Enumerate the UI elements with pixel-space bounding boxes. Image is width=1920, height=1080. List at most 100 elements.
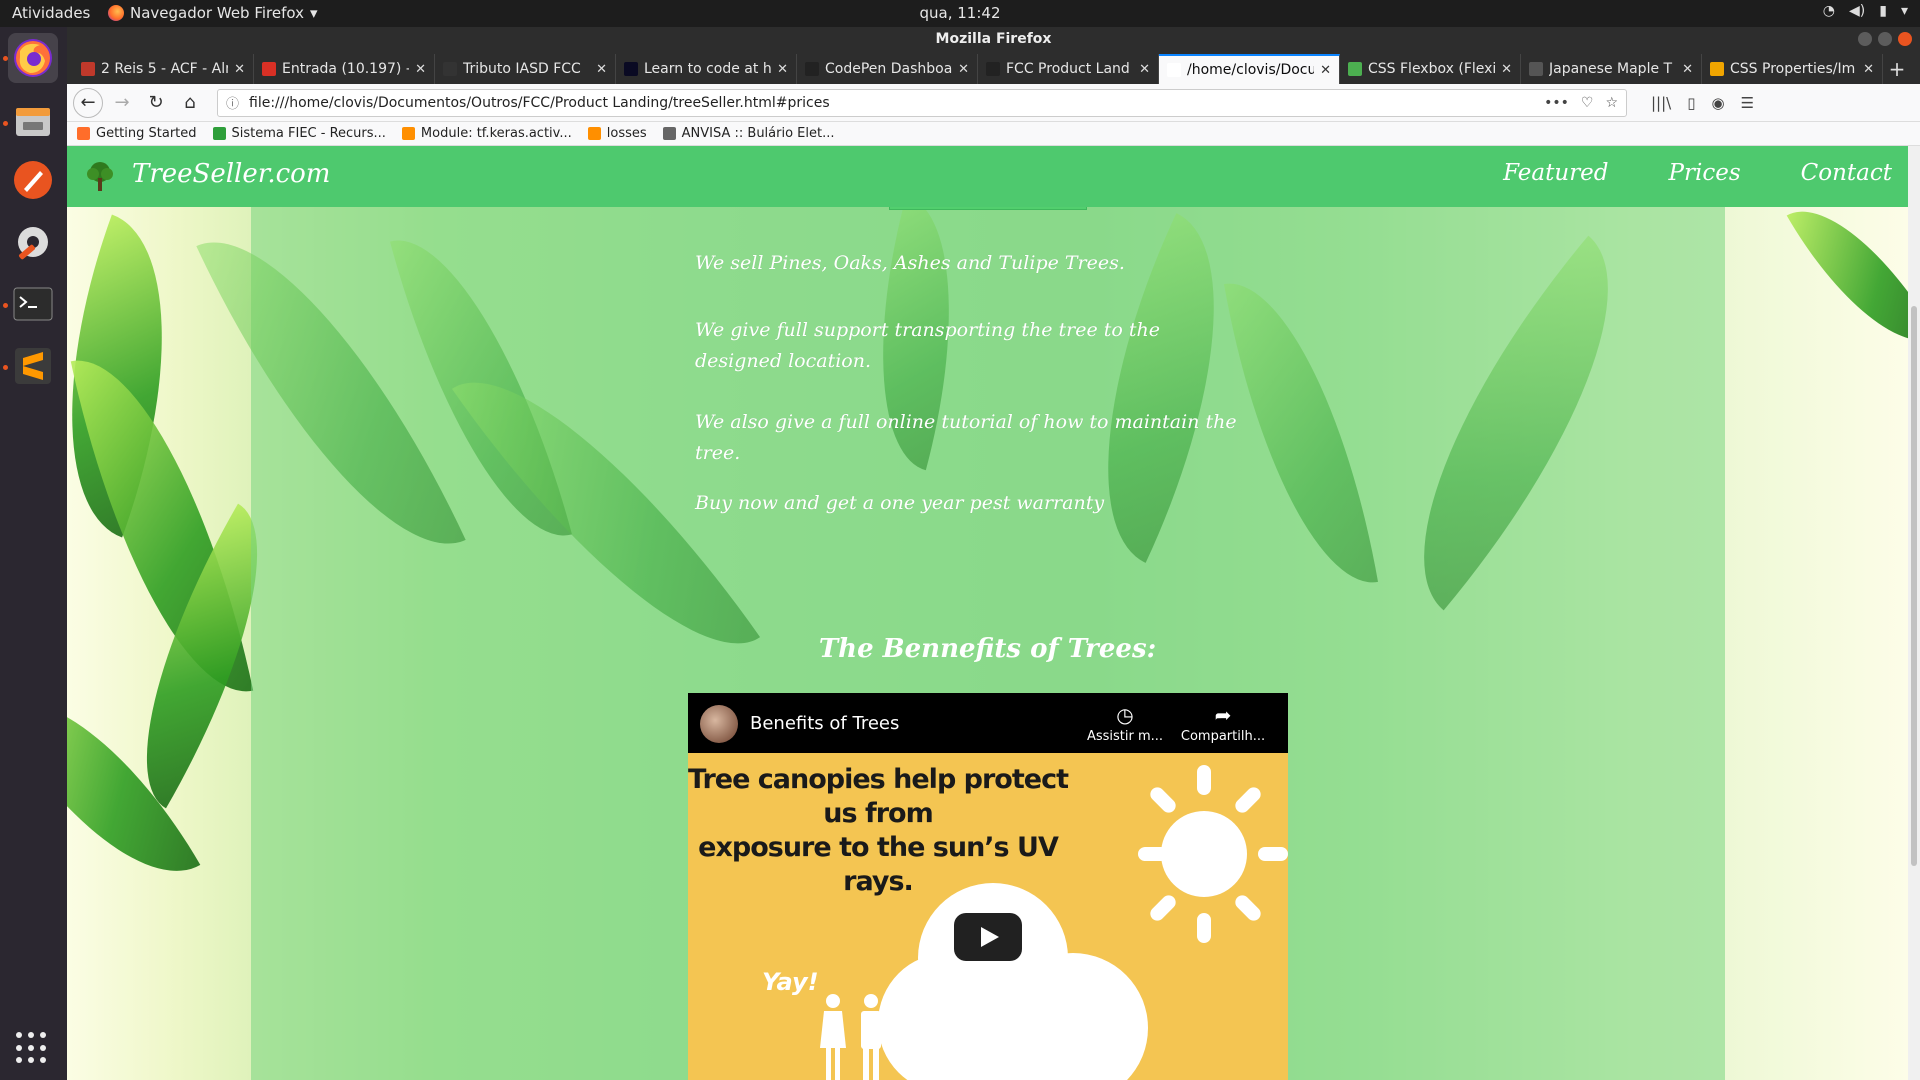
bookmarks-toolbar: Getting Started Sistema FIEC - Recurs... M…	[67, 122, 1920, 146]
forward-button[interactable]: →	[107, 88, 137, 118]
dock-terminal[interactable]	[8, 279, 58, 329]
library-icon[interactable]: |||\	[1651, 94, 1671, 112]
bookmark-item[interactable]: Getting Started	[77, 126, 197, 141]
tree-logo-icon[interactable]	[83, 160, 117, 194]
bookmark-label: Sistema FIEC - Recurs...	[231, 126, 386, 141]
bookmark-label: losses	[606, 126, 647, 141]
share-label: Compartilh...	[1180, 729, 1266, 744]
close-tab-icon[interactable]: ✕	[234, 62, 245, 77]
close-window-button[interactable]	[1898, 32, 1912, 46]
dock-settings[interactable]	[8, 217, 58, 267]
arrow-left-icon: ←	[80, 92, 96, 113]
nav-link-featured[interactable]: Featured	[1503, 160, 1608, 186]
nav-link-prices[interactable]: Prices	[1669, 160, 1741, 186]
sun-ray	[1138, 847, 1168, 861]
browser-tab[interactable]: CSS Properties/Im ✕	[1702, 54, 1883, 84]
gear-icon	[18, 227, 48, 260]
account-icon[interactable]: ◉	[1711, 94, 1724, 112]
person-icon	[861, 994, 881, 1080]
system-tray[interactable]: ◔ ◀) ▮ ▾	[1823, 3, 1908, 19]
hamburger-menu-icon[interactable]: ☰	[1741, 94, 1754, 112]
page-actions-icon[interactable]: •••	[1544, 95, 1569, 111]
url-text[interactable]: file:///home/clovis/Documentos/Outros/FC…	[249, 95, 1534, 111]
home-button[interactable]: ⌂	[175, 88, 205, 118]
bookmark-item[interactable]: ANVISA :: Bulário Elet...	[662, 126, 835, 141]
close-tab-icon[interactable]: ✕	[958, 62, 969, 77]
tab-favicon-icon	[262, 62, 276, 76]
wifi-icon: ◔	[1822, 3, 1836, 19]
site-brand[interactable]: TreeSeller.com	[132, 159, 330, 189]
browser-tab[interactable]: Tributo IASD FCC ✕	[435, 54, 616, 84]
person-icon	[820, 994, 846, 1080]
browser-tab[interactable]: /home/clovis/Docume ✕	[1159, 54, 1340, 84]
browser-tab[interactable]: CodePen Dashboa ✕	[797, 54, 978, 84]
tab-favicon-icon	[443, 62, 457, 76]
tab-favicon-icon	[805, 62, 819, 76]
info-icon[interactable]: ⓘ	[226, 93, 239, 112]
bookmark-star-icon[interactable]: ☆	[1605, 95, 1618, 111]
tab-title: Tributo IASD FCC	[463, 61, 581, 77]
reload-button[interactable]: ↻	[141, 88, 171, 118]
close-tab-icon[interactable]: ✕	[1320, 63, 1331, 78]
pocket-icon[interactable]: ♡	[1581, 95, 1594, 111]
new-tab-button[interactable]: +	[1883, 54, 1911, 84]
tab-title: CodePen Dashboa	[825, 61, 953, 77]
close-tab-icon[interactable]: ✕	[415, 62, 426, 77]
channel-avatar[interactable]	[700, 705, 738, 743]
app-menu[interactable]: Navegador Web Firefox ▾	[108, 4, 318, 22]
feature-paragraph: We give full support transporting the tr…	[695, 319, 1160, 372]
browser-tab[interactable]: Entrada (10.197) - ✕	[254, 54, 435, 84]
dock-files[interactable]	[8, 97, 58, 147]
bookmark-item[interactable]: Module: tf.keras.activ...	[401, 126, 572, 141]
feature-paragraph: We sell Pines, Oaks, Ashes and Tulipe Tr…	[695, 252, 1125, 274]
app-menu-label: Navegador Web Firefox	[130, 4, 304, 22]
browser-tab[interactable]: FCC Product Land ✕	[978, 54, 1159, 84]
youtube-embed[interactable]: Tree canopies help protect us from expos…	[688, 693, 1288, 1080]
close-tab-icon[interactable]: ✕	[777, 62, 788, 77]
play-button[interactable]	[954, 913, 1022, 961]
nav-link-contact[interactable]: Contact	[1801, 160, 1892, 186]
watch-later-button[interactable]: ◷ Assistir m...	[1080, 703, 1170, 744]
sun-ray	[1147, 892, 1179, 924]
sidebar-icon[interactable]: ▯	[1687, 94, 1695, 112]
watch-later-label: Assistir m...	[1086, 729, 1164, 744]
video-title-bar: Benefits of Trees ◷ Assistir m... ➦ Comp…	[688, 693, 1288, 753]
close-tab-icon[interactable]: ✕	[1501, 62, 1512, 77]
minimize-button[interactable]	[1858, 32, 1872, 46]
scrollbar-thumb[interactable]	[1911, 306, 1917, 866]
browser-tab[interactable]: 2 Reis 5 - ACF - Alm ✕	[73, 54, 254, 84]
bookmark-favicon-icon	[587, 127, 601, 140]
dock-sublime-text[interactable]	[8, 341, 58, 391]
tab-strip: 2 Reis 5 - ACF - Alm ✕ Entrada (10.197) - …	[67, 52, 1920, 84]
dock	[0, 27, 67, 1080]
video-title[interactable]: Benefits of Trees	[750, 713, 899, 734]
activities-button[interactable]: Atividades	[12, 4, 90, 22]
bookmark-item[interactable]: losses	[587, 126, 647, 141]
browser-tab[interactable]: Learn to code at h ✕	[616, 54, 797, 84]
browser-tab[interactable]: CSS Flexbox (Flexi ✕	[1340, 54, 1521, 84]
back-button[interactable]: ←	[73, 87, 103, 118]
close-tab-icon[interactable]: ✕	[1139, 62, 1150, 77]
close-tab-icon[interactable]: ✕	[596, 62, 607, 77]
dock-firefox[interactable]	[8, 33, 58, 83]
bookmark-item[interactable]: Sistema FIEC - Recurs...	[212, 126, 386, 141]
sublime-text-icon	[15, 348, 51, 384]
feature-paragraph: Buy now and get a one year pest warranty	[695, 492, 1105, 514]
firefox-icon	[14, 39, 52, 77]
close-tab-icon[interactable]: ✕	[1863, 62, 1874, 77]
clock[interactable]: qua, 11:42	[920, 4, 1001, 22]
tab-title: /home/clovis/Docume	[1187, 62, 1314, 78]
browser-tab[interactable]: Japanese Maple T ✕	[1521, 54, 1702, 84]
pencil-icon	[14, 161, 52, 199]
home-icon: ⌂	[184, 92, 196, 113]
chevron-down-icon: ▾	[1900, 3, 1908, 19]
maximize-button[interactable]	[1878, 32, 1892, 46]
share-icon: ➦	[1214, 703, 1232, 727]
page-scrollbar[interactable]	[1908, 146, 1920, 1080]
dock-screenshot-tool[interactable]	[8, 155, 58, 205]
sun-illustration	[1161, 811, 1247, 897]
close-tab-icon[interactable]: ✕	[1682, 62, 1693, 77]
show-applications-button[interactable]	[16, 1032, 48, 1064]
share-button[interactable]: ➦ Compartilh...	[1178, 703, 1268, 744]
url-bar[interactable]: ⓘ file:///home/clovis/Documentos/Outros/…	[217, 88, 1627, 117]
